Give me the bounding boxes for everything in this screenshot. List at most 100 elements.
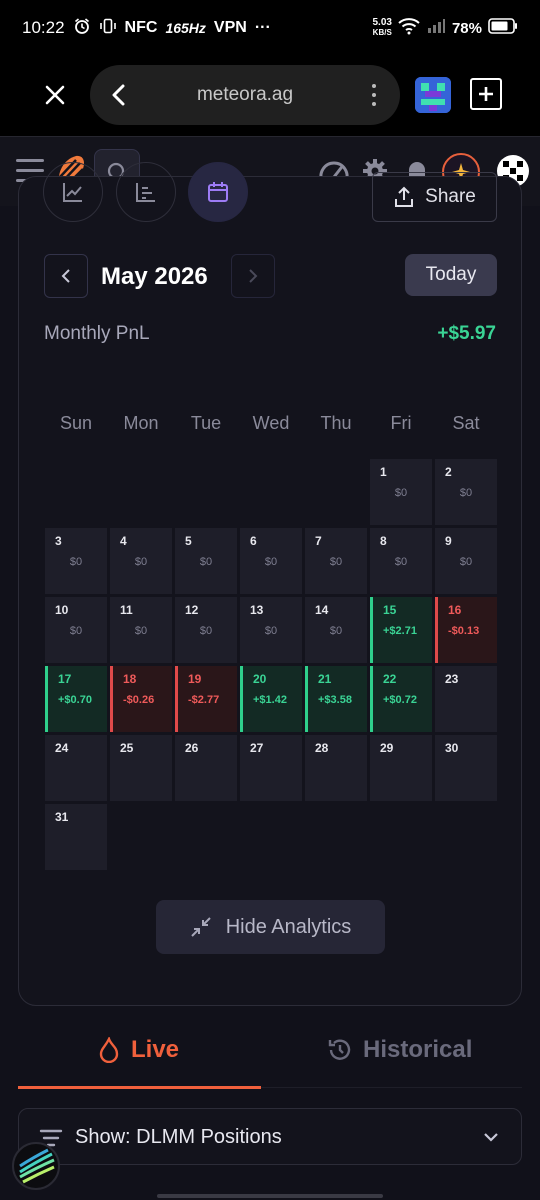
calendar-day-cell[interactable]: 17 +$0.70	[45, 666, 107, 732]
day-pnl-value: $0	[459, 487, 473, 499]
calendar-day-cell[interactable]: 1 $0	[370, 459, 432, 525]
chevron-left-icon	[61, 269, 70, 283]
status-bar: 10:22 NFC 165Hz VPN ··· 5.03 KB/S 78%	[0, 0, 540, 56]
prev-month-button[interactable]	[44, 254, 88, 298]
day-number: 25	[120, 741, 134, 755]
calendar-day-cell[interactable]: 12 $0	[175, 597, 237, 663]
calendar-day-cell[interactable]: 9 $0	[435, 528, 497, 594]
calendar-day-cell[interactable]: 8 $0	[370, 528, 432, 594]
tab-live[interactable]: Live	[97, 1036, 179, 1064]
day-number: 13	[250, 603, 264, 617]
day-pnl-value: $0	[264, 556, 278, 568]
tab-divider	[261, 1087, 522, 1088]
calendar-day-cell[interactable]: 10 $0	[45, 597, 107, 663]
calendar-day-cell[interactable]: 5 $0	[175, 528, 237, 594]
day-pnl-value: $0	[69, 625, 83, 637]
close-tab-button[interactable]	[38, 78, 72, 112]
day-number: 2	[445, 465, 452, 479]
url-text: meteora.ag	[196, 84, 294, 105]
day-number: 27	[250, 741, 264, 755]
address-bar[interactable]: meteora.ag	[90, 65, 400, 125]
tab-historical[interactable]: Historical	[327, 1036, 472, 1064]
calendar-day-cell[interactable]: 4 $0	[110, 528, 172, 594]
calendar-day-cell[interactable]: 24	[45, 735, 107, 801]
calendar-day-cell[interactable]: 3 $0	[45, 528, 107, 594]
calendar-day-cell[interactable]: 16 -$0.13	[435, 597, 497, 663]
hide-analytics-button[interactable]: Hide Analytics	[156, 900, 385, 954]
day-pnl-value: $0	[394, 556, 408, 568]
calendar-day-cell[interactable]: 27	[240, 735, 302, 801]
day-pnl-value: $0	[394, 487, 408, 499]
bar-chart-icon	[136, 183, 155, 202]
calendar-day-cell[interactable]: 25	[110, 735, 172, 801]
calendar-view-button[interactable]	[188, 162, 248, 222]
day-pnl-value: $0	[199, 556, 213, 568]
day-pnl-value: $0	[199, 625, 213, 637]
calendar-day-cell[interactable]: 20 +$1.42	[240, 666, 302, 732]
calendar-day-cell[interactable]: 2 $0	[435, 459, 497, 525]
chevron-down-icon	[484, 1133, 498, 1142]
site-avatar-icon[interactable]	[415, 77, 451, 113]
calendar-day-cell[interactable]: 29	[370, 735, 432, 801]
day-number: 7	[315, 534, 322, 548]
calendar-icon	[208, 182, 228, 202]
positions-filter-dropdown[interactable]: Show: DLMM Positions	[18, 1108, 522, 1165]
share-icon	[395, 186, 414, 207]
calendar-day-cell[interactable]: 13 $0	[240, 597, 302, 663]
bar-chart-view-button[interactable]	[116, 162, 176, 222]
collapse-icon	[190, 917, 211, 937]
day-number: 11	[120, 603, 133, 617]
day-number: 19	[188, 672, 202, 686]
signal-icon	[426, 17, 446, 39]
battery-percent: 78%	[451, 19, 482, 37]
day-pnl-value: +$0.72	[383, 694, 417, 706]
today-button[interactable]: Today	[405, 254, 497, 296]
calendar-day-cell[interactable]: 6 $0	[240, 528, 302, 594]
day-number: 29	[380, 741, 394, 755]
tab-historical-label: Historical	[363, 1036, 473, 1063]
weekday-label: Sun	[59, 413, 93, 433]
day-pnl-value: $0	[459, 556, 473, 568]
browser-menu-button[interactable]	[366, 79, 382, 111]
share-label: Share	[425, 186, 476, 207]
weekday-label: Mon	[123, 413, 159, 433]
calendar-day-cell[interactable]: 11 $0	[110, 597, 172, 663]
nfc-label: NFC	[124, 19, 158, 36]
calendar-day-cell[interactable]: 21 +$3.58	[305, 666, 367, 732]
day-number: 10	[55, 603, 69, 617]
calendar-day-cell[interactable]: 14 $0	[305, 597, 367, 663]
calendar-day-cell[interactable]: 31	[45, 804, 107, 870]
refresh-rate-label: 165Hz	[165, 20, 206, 36]
flame-icon	[99, 1037, 119, 1063]
calendar-day-cell[interactable]: 22 +$0.72	[370, 666, 432, 732]
day-number: 23	[445, 672, 459, 686]
calendar-day-cell[interactable]: 23	[435, 666, 497, 732]
day-pnl-value: $0	[134, 556, 148, 568]
calendar-day-cell[interactable]: 19 -$2.77	[175, 666, 237, 732]
day-number: 18	[123, 672, 137, 686]
alarm-icon	[73, 17, 91, 40]
calendar-day-cell[interactable]: 28	[305, 735, 367, 801]
calendar-day-cell[interactable]: 7 $0	[305, 528, 367, 594]
vibrate-icon	[99, 17, 117, 40]
plus-icon	[479, 87, 493, 101]
day-number: 12	[185, 603, 199, 617]
calendar-day-cell[interactable]: 18 -$0.26	[110, 666, 172, 732]
share-button[interactable]: Share	[372, 172, 497, 222]
line-chart-view-button[interactable]	[43, 162, 103, 222]
next-month-button[interactable]	[231, 254, 275, 298]
floating-app-button[interactable]	[12, 1142, 60, 1190]
calendar-day-cell[interactable]: 26	[175, 735, 237, 801]
tab-live-label: Live	[131, 1036, 180, 1063]
tab-live-underline	[18, 1086, 261, 1089]
analytics-card: Share May 2026 Today Monthly PnL +$5.97 …	[18, 162, 522, 1006]
day-pnl-value: +$1.42	[253, 694, 287, 706]
day-pnl-value: $0	[264, 625, 278, 637]
home-indicator	[157, 1194, 383, 1198]
new-tab-button[interactable]	[470, 78, 502, 110]
calendar-day-cell[interactable]: 15 +$2.71	[370, 597, 432, 663]
day-number: 4	[120, 534, 127, 548]
day-number: 3	[55, 534, 62, 548]
calendar-day-cell[interactable]: 30	[435, 735, 497, 801]
day-pnl-value: -$0.26	[123, 694, 155, 706]
